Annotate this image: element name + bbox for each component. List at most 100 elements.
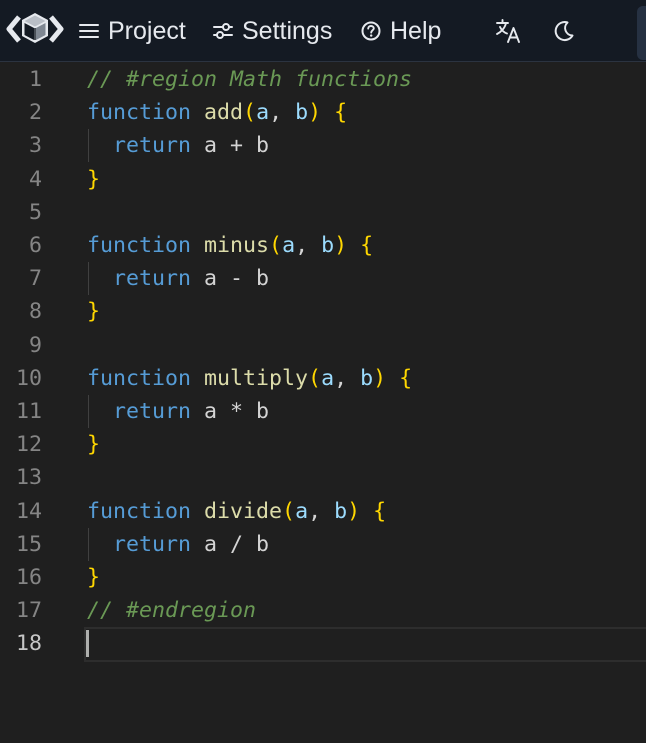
code-token: multiply [204, 365, 309, 391]
code-text: } [87, 428, 100, 461]
code-text: function minus(a, b) { [87, 229, 373, 262]
cube-logo-icon[interactable] [6, 9, 64, 49]
moon-icon[interactable] [550, 17, 578, 45]
code-line[interactable]: 15 return a / b [0, 527, 646, 561]
code-line[interactable]: 2 function add(a, b) { [0, 96, 646, 129]
hamburger-menu-icon [78, 22, 100, 40]
settings-menu-button[interactable]: Settings [212, 15, 332, 47]
code-token: } [87, 299, 101, 325]
line-number: 9 [28, 332, 42, 358]
line-number: 7 [28, 266, 42, 292]
code-token: , [334, 365, 361, 391]
line-number: 12 [15, 432, 42, 458]
code-line[interactable]: 11 return a * b [0, 395, 646, 428]
line-number: 2 [28, 100, 42, 126]
code-token: b [360, 365, 374, 391]
line-number: 14 [15, 498, 42, 524]
code-line[interactable]: 5 [0, 196, 646, 229]
code-token: ) [347, 498, 361, 524]
code-text: } [87, 163, 100, 196]
code-token: { [399, 365, 413, 391]
code-text: } [87, 561, 100, 594]
code-line[interactable]: 12} [0, 428, 646, 461]
code-token: function [87, 100, 192, 126]
line-number: 6 [28, 233, 42, 258]
code-text: function add(a, b) { [87, 96, 347, 129]
code-text: // #region Math functions [87, 63, 412, 96]
code-line[interactable]: 7 return a - b [0, 262, 646, 296]
code-token: return [113, 133, 192, 159]
code-text: function multiply(a, b) { [87, 362, 412, 395]
settings-menu-label: Settings [242, 16, 333, 45]
code-token: function [87, 365, 192, 391]
code-token: a * b [191, 399, 270, 424]
code-token: a [282, 233, 296, 258]
code-token: { [360, 233, 374, 258]
code-line[interactable]: 16} [0, 561, 646, 594]
line-number: 18 [15, 631, 42, 657]
code-line[interactable]: 13 [0, 461, 646, 494]
code-token: return [113, 399, 192, 424]
code-token: minus [204, 233, 270, 258]
code-token: a [295, 498, 309, 524]
line-number: 1 [28, 67, 42, 92]
code-text: function divide(a, b) { [87, 495, 386, 528]
code-editor[interactable]: 1// #region Math functions 2 function add(… [0, 62, 646, 743]
code-token: , [269, 100, 296, 126]
code-line[interactable]: 8} [0, 295, 646, 328]
project-menu-label: Project [108, 16, 186, 45]
code-token: ) [334, 233, 348, 258]
code-token: } [87, 432, 101, 458]
code-text: return a * b [87, 395, 269, 428]
code-line[interactable]: 17 // #endregion [0, 594, 646, 627]
help-menu-label: Help [390, 16, 442, 45]
code-line[interactable]: 1 // #region Math functions [0, 63, 646, 96]
code-token: divide [204, 498, 283, 524]
code-line[interactable]: 6 function minus(a, b) { [0, 229, 646, 262]
code-text: } [87, 295, 100, 328]
code-token: ( [282, 498, 296, 524]
line-number: 11 [15, 399, 42, 424]
code-text: return a / b [87, 528, 269, 561]
line-number: 15 [15, 531, 42, 557]
code-token: return [113, 266, 192, 292]
code-token: } [87, 565, 101, 590]
code-line[interactable]: 10 function multiply(a, b) { [0, 362, 646, 395]
code-token: add [204, 100, 244, 126]
code-line[interactable]: 3 return a + b [0, 129, 646, 163]
code-token: return [113, 531, 192, 557]
code-token: ) [308, 100, 322, 126]
translate-icon[interactable] [494, 17, 522, 45]
code-line[interactable]: 4} [0, 163, 646, 196]
code-line[interactable]: 18 [0, 627, 646, 663]
code-line[interactable]: 14 function divide(a, b) { [0, 495, 646, 528]
help-menu-button[interactable]: Help [360, 15, 441, 47]
side-panel-tab[interactable] [637, 6, 646, 60]
code-token: ( [308, 365, 322, 391]
code-token: } [87, 166, 101, 192]
code-token: ( [243, 100, 257, 126]
project-menu-button[interactable]: Project [78, 15, 186, 47]
code-token: b [334, 498, 348, 524]
code-token: function [87, 498, 192, 524]
code-text: return a - b [87, 262, 269, 295]
sliders-icon [212, 21, 234, 41]
code-token: a [256, 100, 270, 126]
code-token: // #region Math functions [87, 67, 413, 92]
top-navigation-bar: Project Settings Help [0, 0, 646, 62]
code-text: return a + b [87, 129, 269, 162]
code-token: { [334, 100, 348, 126]
text-cursor [86, 630, 89, 658]
code-line[interactable]: 9 [0, 329, 646, 362]
line-number: 4 [28, 166, 42, 192]
code-token: b [295, 100, 309, 126]
code-token: a - b [191, 266, 270, 292]
